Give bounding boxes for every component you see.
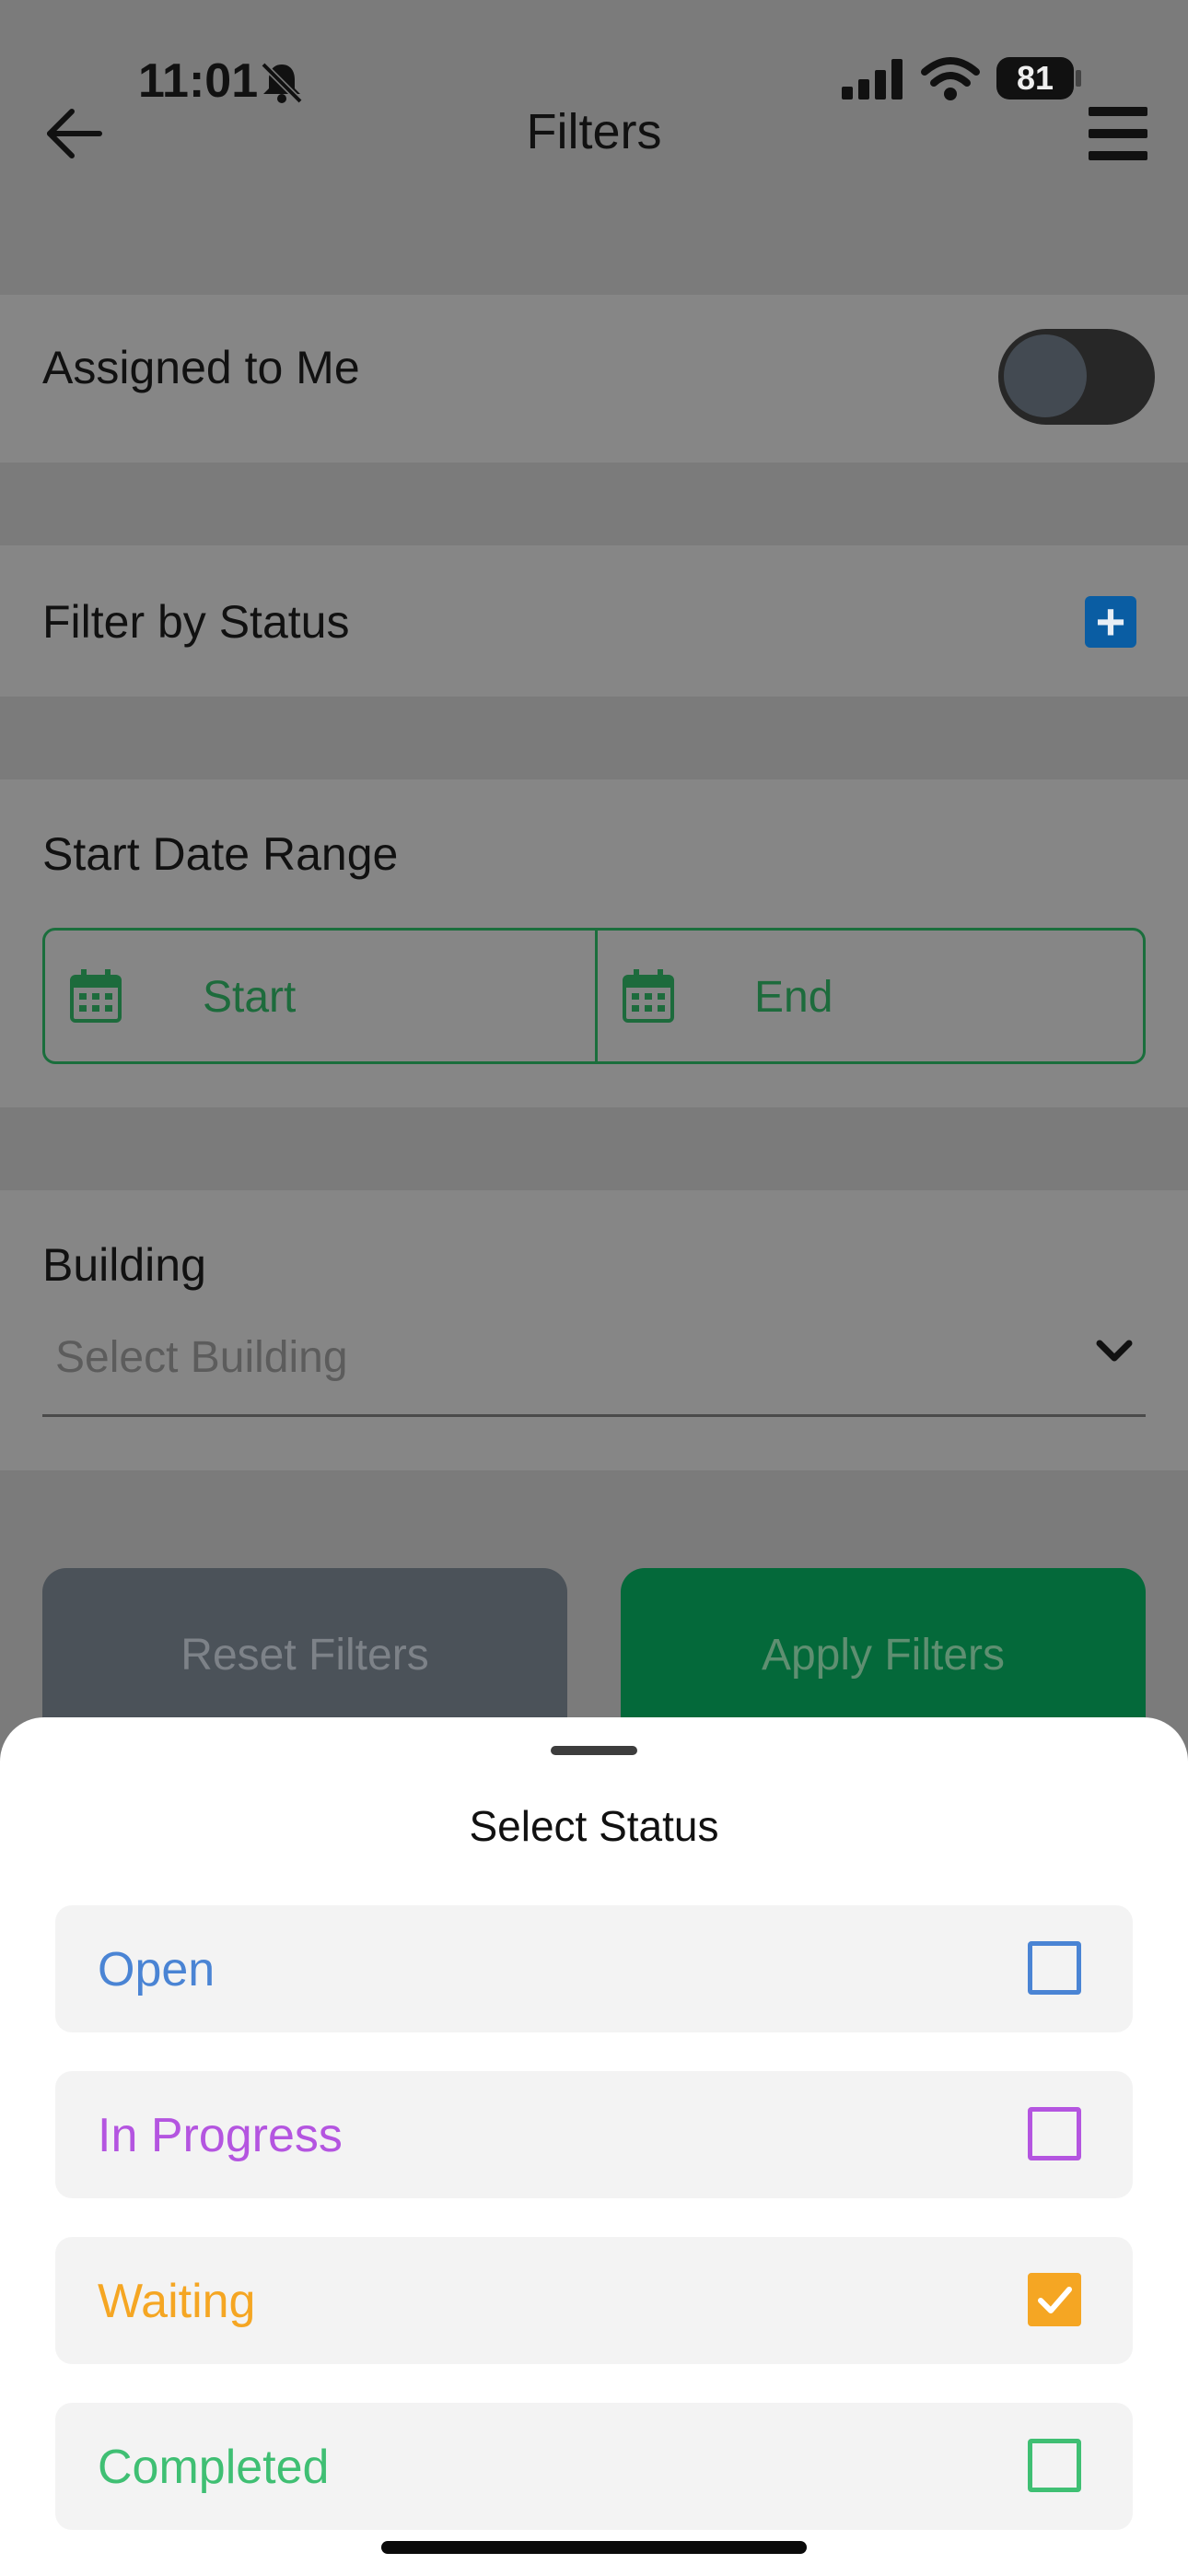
option-label: Waiting — [98, 2275, 256, 2328]
home-indicator — [381, 2541, 807, 2554]
end-date-label: End — [754, 973, 833, 1022]
building-placeholder: Select Building — [55, 1333, 348, 1382]
end-date-button[interactable] — [595, 931, 1143, 1061]
toggle-knob — [1004, 334, 1087, 417]
sheet-grabber[interactable] — [551, 1746, 637, 1755]
chevron-down-icon — [1096, 1340, 1133, 1362]
date-range-label: Start Date Range — [42, 828, 399, 880]
status-time: 11:01 — [138, 54, 259, 108]
option-label: In Progress — [98, 2109, 343, 2162]
option-label: Open — [98, 1943, 215, 1996]
calendar-icon — [623, 969, 674, 1023]
sheet-title: Select Status — [469, 1802, 719, 1850]
status-option-waiting[interactable]: Waiting — [55, 2237, 1133, 2364]
signal-icon — [842, 59, 903, 100]
checkbox-icon[interactable] — [1028, 1941, 1081, 1995]
status-option-in-progress[interactable]: In Progress — [55, 2071, 1133, 2198]
page-title: Filters — [526, 104, 662, 159]
menu-icon[interactable] — [1089, 107, 1147, 162]
checkbox-icon[interactable] — [1028, 2107, 1081, 2160]
wifi-icon — [921, 57, 980, 100]
start-date-label: Start — [203, 973, 297, 1022]
start-date-button[interactable] — [42, 931, 592, 1061]
battery-cap — [1076, 70, 1081, 87]
checkbox-icon[interactable] — [1028, 2439, 1081, 2492]
status-option-completed[interactable]: Completed — [55, 2403, 1133, 2530]
status-option-open[interactable]: Open — [55, 1905, 1133, 2032]
assigned-label: Assigned to Me — [42, 342, 360, 393]
calendar-icon — [70, 969, 122, 1023]
option-label: Completed — [98, 2441, 330, 2494]
silent-bell-icon — [261, 62, 303, 104]
battery-indicator: 81 — [996, 57, 1074, 100]
building-underline — [42, 1414, 1146, 1417]
add-status-icon[interactable]: + — [1085, 596, 1136, 648]
status-filter-label: Filter by Status — [42, 596, 350, 648]
checkmark-icon — [1038, 2287, 1072, 2313]
checked-checkbox-icon[interactable] — [1028, 2273, 1081, 2326]
building-label: Building — [42, 1239, 206, 1291]
